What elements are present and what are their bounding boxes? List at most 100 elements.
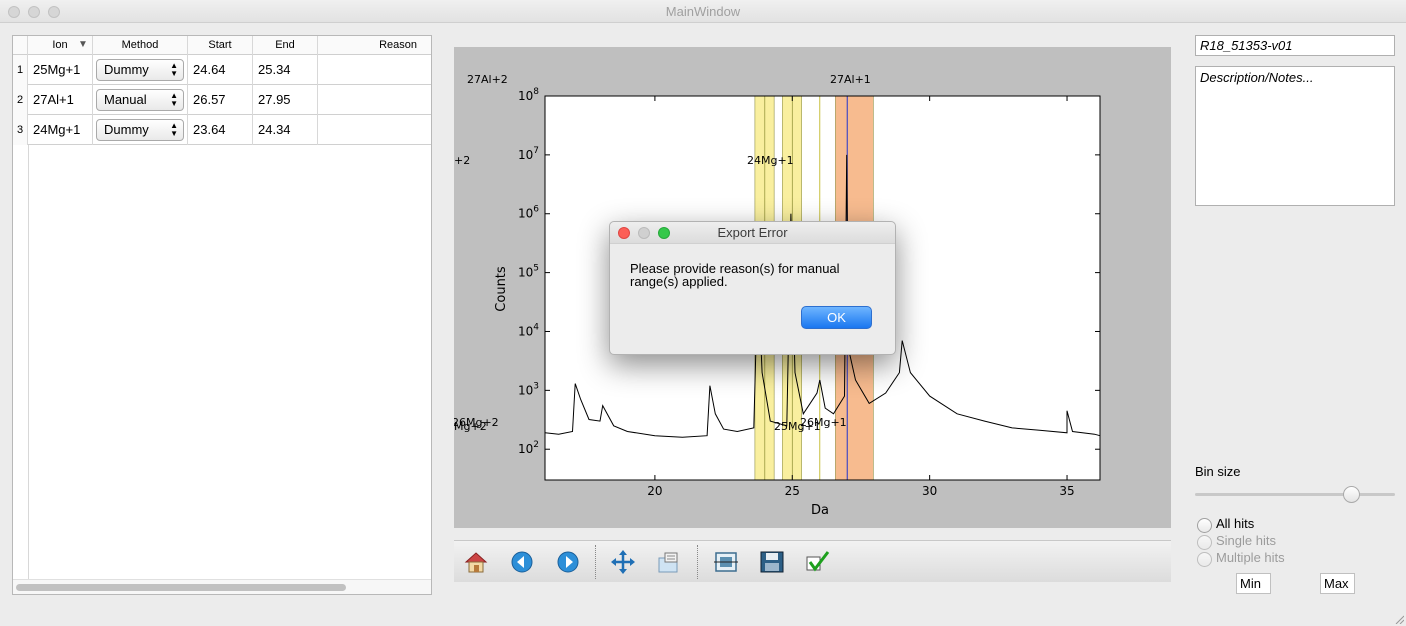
apply-button[interactable] <box>804 549 832 575</box>
x-tick-label: 30 <box>922 484 937 498</box>
start-cell[interactable]: 23.64 <box>188 115 253 145</box>
row-number: 3 <box>13 115 28 145</box>
x-tick-label: 20 <box>647 484 662 498</box>
zoom-button[interactable] <box>655 549 683 575</box>
y-tick-label: 104 <box>518 322 539 338</box>
row-number-header <box>13 36 28 55</box>
back-icon <box>511 551 533 573</box>
column-header-method[interactable]: Method <box>93 36 188 55</box>
scrollbar-thumb[interactable] <box>16 584 346 591</box>
method-cell: Dummy ▲ ▼ <box>93 115 188 145</box>
multiple-hits-radio[interactable] <box>1197 552 1212 567</box>
start-cell[interactable]: 24.64 <box>188 55 253 85</box>
notes-textarea[interactable]: Description/Notes... <box>1195 66 1395 206</box>
single-hits-radio[interactable] <box>1197 535 1212 550</box>
reason-cell[interactable] <box>318 85 431 115</box>
end-cell[interactable]: 27.95 <box>253 85 318 115</box>
method-select[interactable]: Dummy ▲ ▼ <box>96 119 184 141</box>
updown-arrows-icon: ▲ ▼ <box>170 121 178 138</box>
configure-subplots-button[interactable] <box>712 549 740 575</box>
home-button[interactable] <box>462 549 490 575</box>
table-row[interactable]: 3 24Mg+1 Dummy ▲ ▼ 23.64 24.34 <box>13 115 431 145</box>
y-tick-label: 107 <box>518 146 539 162</box>
method-cell: Dummy ▲ ▼ <box>93 55 188 85</box>
annotation-mg2-overlap: Mg+2 <box>454 420 487 433</box>
window-title: MainWindow <box>665 4 741 19</box>
method-select-value: Dummy <box>104 122 149 137</box>
x-axis-label: Da <box>811 503 829 518</box>
y-axis-label: Counts <box>494 266 509 312</box>
sort-descending-icon: ▼ <box>78 39 88 50</box>
title-bar: MainWindow <box>0 0 1406 23</box>
annotation-24mg1: 24Mg+1 <box>747 154 794 167</box>
multiple-hits-label: Multiple hits <box>1216 550 1285 565</box>
end-cell[interactable]: 24.34 <box>253 115 318 145</box>
all-hits-label: All hits <box>1216 516 1255 531</box>
column-header-end-label: End <box>275 39 295 51</box>
annotation-26mg1: 26Mg+1 <box>800 416 847 429</box>
configure-subplots-icon <box>714 552 738 572</box>
toolbar-separator <box>595 545 596 579</box>
forward-icon <box>557 551 579 573</box>
table-row[interactable]: 2 27Al+1 Manual ▲ ▼ 26.57 27.95 <box>13 85 431 115</box>
back-button[interactable] <box>508 549 536 575</box>
column-header-reason[interactable]: Reason <box>318 36 431 55</box>
y-tick-label: 102 <box>518 440 539 456</box>
ok-button[interactable]: OK <box>801 306 872 329</box>
row-number: 1 <box>13 55 28 85</box>
ion-cell[interactable]: 25Mg+1 <box>28 55 93 85</box>
apply-check-icon <box>806 551 830 572</box>
reason-cell[interactable] <box>318 55 431 85</box>
dialog-zoom-button[interactable] <box>658 227 670 239</box>
pan-button[interactable] <box>609 549 637 575</box>
table-header: Ion ▼ Method Start End Reason <box>13 36 431 55</box>
method-select-value: Dummy <box>104 62 149 77</box>
annotation-plus2: +2 <box>454 154 470 167</box>
reason-cell[interactable] <box>318 115 431 145</box>
updown-arrows-icon: ▲ ▼ <box>170 91 178 108</box>
dialog-minimize-button[interactable] <box>638 227 650 239</box>
max-field[interactable]: Max <box>1320 573 1355 594</box>
column-header-method-label: Method <box>121 39 159 51</box>
column-header-start[interactable]: Start <box>188 36 253 55</box>
y-tick-label: 103 <box>518 381 539 397</box>
forward-button[interactable] <box>554 549 582 575</box>
bin-size-slider-handle[interactable] <box>1343 486 1360 503</box>
updown-arrows-icon: ▲ ▼ <box>170 61 178 78</box>
dialog-close-button[interactable] <box>618 227 630 239</box>
min-field[interactable]: Min <box>1236 573 1271 594</box>
dialog-title: Export Error <box>717 225 788 240</box>
export-error-dialog: Export Error Please provide reason(s) fo… <box>609 221 896 355</box>
save-figure-button[interactable] <box>758 549 786 575</box>
bin-size-slider[interactable] <box>1195 493 1395 496</box>
row-header-divider <box>28 145 29 579</box>
save-icon <box>760 551 784 573</box>
resize-grip-icon[interactable] <box>1394 614 1404 624</box>
dialog-message: Please provide reason(s) for manual rang… <box>630 261 840 289</box>
table-row[interactable]: 1 25Mg+1 Dummy ▲ ▼ 24.64 25.34 <box>13 55 431 85</box>
pan-icon <box>611 550 635 574</box>
end-cell[interactable]: 25.34 <box>253 55 318 85</box>
method-select[interactable]: Dummy ▲ ▼ <box>96 59 184 81</box>
column-header-ion-label: Ion <box>52 39 68 51</box>
method-cell: Manual ▲ ▼ <box>93 85 188 115</box>
x-tick-label: 35 <box>1059 484 1074 498</box>
toolbar-separator <box>697 545 698 579</box>
single-hits-label: Single hits <box>1216 533 1276 548</box>
method-select[interactable]: Manual ▲ ▼ <box>96 89 184 111</box>
home-icon <box>464 552 488 573</box>
annotation-27al2: 27Al+2 <box>467 73 508 86</box>
x-tick-label: 25 <box>785 484 800 498</box>
row-number: 2 <box>13 85 28 115</box>
dialog-title-bar: Export Error <box>610 222 895 244</box>
ion-cell[interactable]: 24Mg+1 <box>28 115 93 145</box>
column-header-end[interactable]: End <box>253 36 318 55</box>
method-select-value: Manual <box>104 92 147 107</box>
start-cell[interactable]: 26.57 <box>188 85 253 115</box>
ion-cell[interactable]: 27Al+1 <box>28 85 93 115</box>
ranges-table: Ion ▼ Method Start End Reason 1 25Mg+1 D… <box>12 35 432 595</box>
all-hits-radio[interactable] <box>1197 518 1212 533</box>
plot-toolbar <box>454 540 1171 582</box>
horizontal-scrollbar[interactable] <box>13 579 431 594</box>
dataset-id-field[interactable]: R18_51353-v01 <box>1195 35 1395 56</box>
